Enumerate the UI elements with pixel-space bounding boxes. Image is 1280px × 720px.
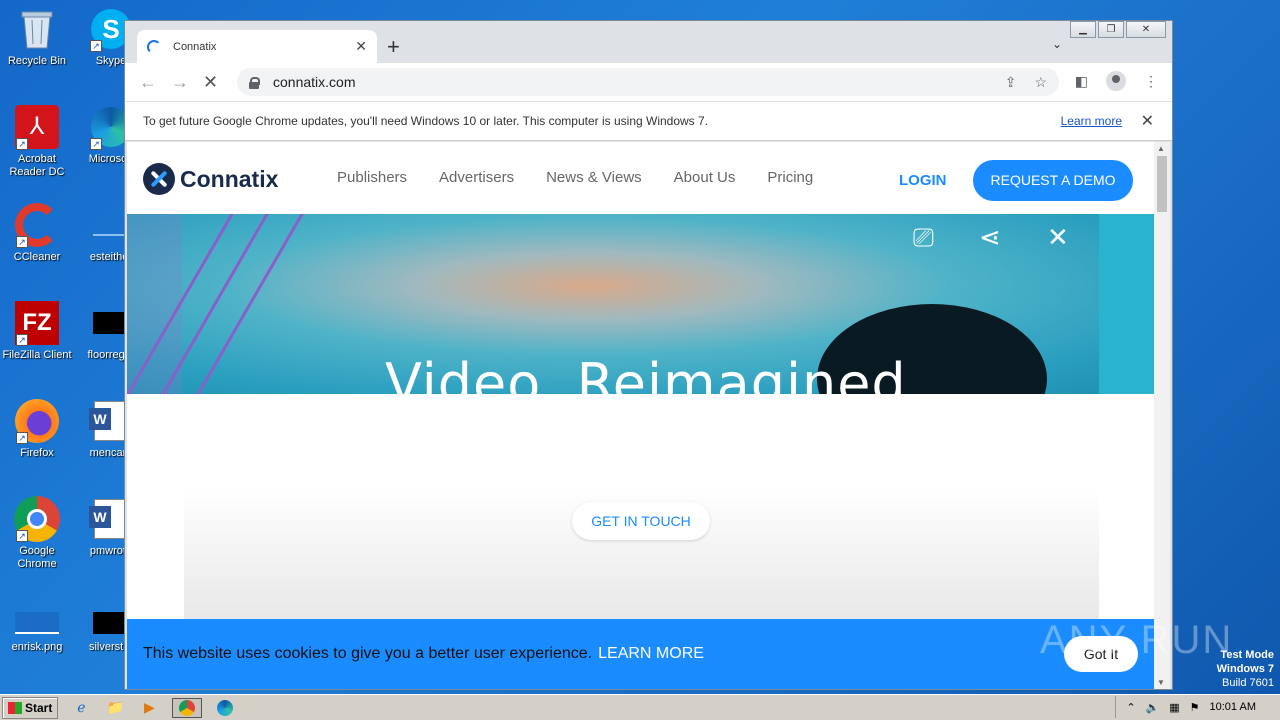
shortcut-arrow-icon: ↗ [16, 530, 28, 542]
bookmark-star-icon[interactable]: ☆ [1034, 74, 1047, 91]
tab-close-icon[interactable]: ✕ [355, 38, 367, 55]
media-player-icon[interactable]: ▶ [138, 698, 160, 718]
windows-flag-icon [8, 701, 22, 714]
desktop-icon-enrisk[interactable]: enrisk.png [0, 608, 74, 654]
cookie-banner: This website uses cookies to give you a … [127, 619, 1154, 689]
infobar-message: To get future Google Chrome updates, you… [143, 114, 709, 128]
site-nav: Publishers Advertisers News & Views Abou… [337, 169, 813, 186]
clock[interactable]: 10:01 AM [1210, 701, 1256, 713]
share-icon[interactable]: ⋖ [979, 222, 1001, 253]
back-arrow-icon[interactable]: ← [139, 72, 171, 93]
nav-advertisers[interactable]: Advertisers [439, 169, 514, 186]
taskbar: Start ℯ 📁 ▶ ⌃ 🔈 ▦ ⚑ 10:01 AM [0, 694, 1280, 720]
restore-button[interactable]: ❐ [1098, 21, 1124, 38]
tab-connatix[interactable]: Connatix ✕ [137, 30, 377, 63]
start-button[interactable]: Start [2, 696, 59, 719]
lock-icon[interactable] [249, 76, 260, 89]
cookie-learn-more-link[interactable]: LEARN MORE [598, 645, 704, 663]
shortcut-arrow-icon: ↗ [90, 40, 102, 52]
address-bar[interactable]: connatix.com ⇪ ☆ [237, 68, 1059, 96]
volume-icon[interactable]: 🔈 [1146, 701, 1160, 714]
cookie-message: This website uses cookies to give you a … [143, 645, 593, 662]
tab-title: Connatix [173, 40, 217, 53]
hero-title: Video. Reimagined [385, 352, 907, 394]
desktop-icon-ccleaner[interactable]: ↗ CCleaner [0, 202, 74, 264]
recycle-bin-icon [14, 6, 60, 52]
window-close-button[interactable]: ✕ [1126, 21, 1166, 38]
shortcut-arrow-icon: ↗ [16, 138, 28, 150]
logo-text: Connatix [180, 165, 279, 192]
connatix-logo-icon [143, 163, 175, 195]
scroll-up-icon[interactable]: ▲ [1157, 144, 1165, 153]
request-demo-button[interactable]: REQUEST A DEMO [973, 160, 1133, 201]
system-tray: ⌃ 🔈 ▦ ⚑ 10:01 AM [1115, 696, 1280, 718]
window-controls: ▁ ❐ ✕ [1070, 21, 1166, 38]
shortcut-arrow-icon: ↗ [16, 334, 28, 346]
url-text: connatix.com [273, 74, 356, 90]
scroll-down-icon[interactable]: ▼ [1157, 678, 1165, 687]
firefox-icon: ↗ [14, 398, 60, 444]
tray-expand-icon[interactable]: ⌃ [1126, 701, 1135, 714]
minimize-button[interactable]: ▁ [1070, 21, 1096, 38]
image-file-icon [14, 608, 60, 638]
shortcut-arrow-icon: ↗ [16, 432, 28, 444]
shortcut-arrow-icon: ↗ [90, 138, 102, 150]
scroll-thumb[interactable] [1157, 156, 1167, 212]
forward-arrow-icon[interactable]: → [171, 72, 203, 93]
nav-pricing[interactable]: Pricing [767, 169, 813, 186]
share-icon[interactable]: ⇪ [1005, 74, 1017, 91]
shortcut-arrow-icon: ↗ [16, 236, 28, 248]
ccleaner-icon: ↗ [14, 202, 60, 248]
nav-news-views[interactable]: News & Views [546, 169, 642, 186]
cast-icon[interactable]: ⎚ [913, 222, 934, 254]
test-mode-text: Test Mode Windows 7 Build 7601 [1216, 649, 1274, 689]
hero-right-edge [1099, 214, 1154, 394]
page-scrollbar[interactable]: ▲ ▼ [1154, 142, 1170, 689]
desktop-icon-chrome[interactable]: ↗ Google Chrome [0, 496, 74, 571]
edge-taskbar-icon[interactable] [214, 698, 236, 718]
hero-stripe [172, 214, 305, 394]
side-panel-icon[interactable]: ◧ [1075, 73, 1088, 90]
tab-search-chevron-icon[interactable]: ⌄ [1052, 37, 1062, 51]
login-link[interactable]: LOGIN [899, 172, 947, 189]
chrome-icon: ↗ [14, 496, 60, 542]
loading-spinner-icon [147, 39, 161, 54]
update-infobar: To get future Google Chrome updates, you… [125, 101, 1172, 141]
infobar-close-icon[interactable]: ✕ [1141, 111, 1154, 131]
site-header: Connatix Publishers Advertisers News & V… [127, 142, 1154, 214]
profile-avatar-icon[interactable] [1106, 71, 1126, 91]
get-in-touch-button[interactable]: GET IN TOUCH [572, 502, 710, 540]
new-tab-button[interactable]: + [387, 34, 400, 60]
more-menu-icon[interactable]: ⋮ [1144, 73, 1158, 90]
video-close-icon[interactable]: ✕ [1047, 222, 1069, 253]
browser-toolbar: ← → ✕ connatix.com ⇪ ☆ ◧ ⋮ [125, 63, 1172, 101]
acrobat-icon: ⅄ ↗ [14, 104, 60, 150]
hero-left-edge [127, 214, 182, 394]
hero-video[interactable]: ⎚ ⋖ ✕ Video. Reimagined [127, 214, 1154, 394]
stop-loading-icon[interactable]: ✕ [203, 72, 235, 93]
internet-explorer-icon[interactable]: ℯ [70, 698, 92, 718]
file-explorer-icon[interactable]: 📁 [104, 698, 126, 718]
infobar-learn-more-link[interactable]: Learn more [1061, 114, 1122, 128]
nav-about-us[interactable]: About Us [674, 169, 736, 186]
nav-publishers[interactable]: Publishers [337, 169, 407, 186]
desktop-icon-recycle-bin[interactable]: Recycle Bin [0, 6, 74, 68]
connatix-logo[interactable]: Connatix [143, 163, 278, 195]
web-page: Connatix Publishers Advertisers News & V… [127, 142, 1154, 689]
desktop-icon-acrobat[interactable]: ⅄ ↗ Acrobat Reader DC [0, 104, 74, 179]
action-center-flag-icon[interactable]: ⚑ [1190, 701, 1200, 714]
desktop-icon-filezilla[interactable]: FZ ↗ FileZilla Client [0, 300, 74, 362]
browser-window: ▁ ❐ ✕ Connatix ✕ + ⌄ ← → ✕ connatix.com … [124, 20, 1173, 690]
desktop-icon-firefox[interactable]: ↗ Firefox [0, 398, 74, 460]
filezilla-icon: FZ ↗ [14, 300, 60, 346]
anyrun-watermark: ANY RUN [1040, 618, 1234, 662]
network-icon[interactable]: ▦ [1169, 701, 1179, 714]
taskbar-chrome-icon[interactable] [172, 697, 203, 718]
